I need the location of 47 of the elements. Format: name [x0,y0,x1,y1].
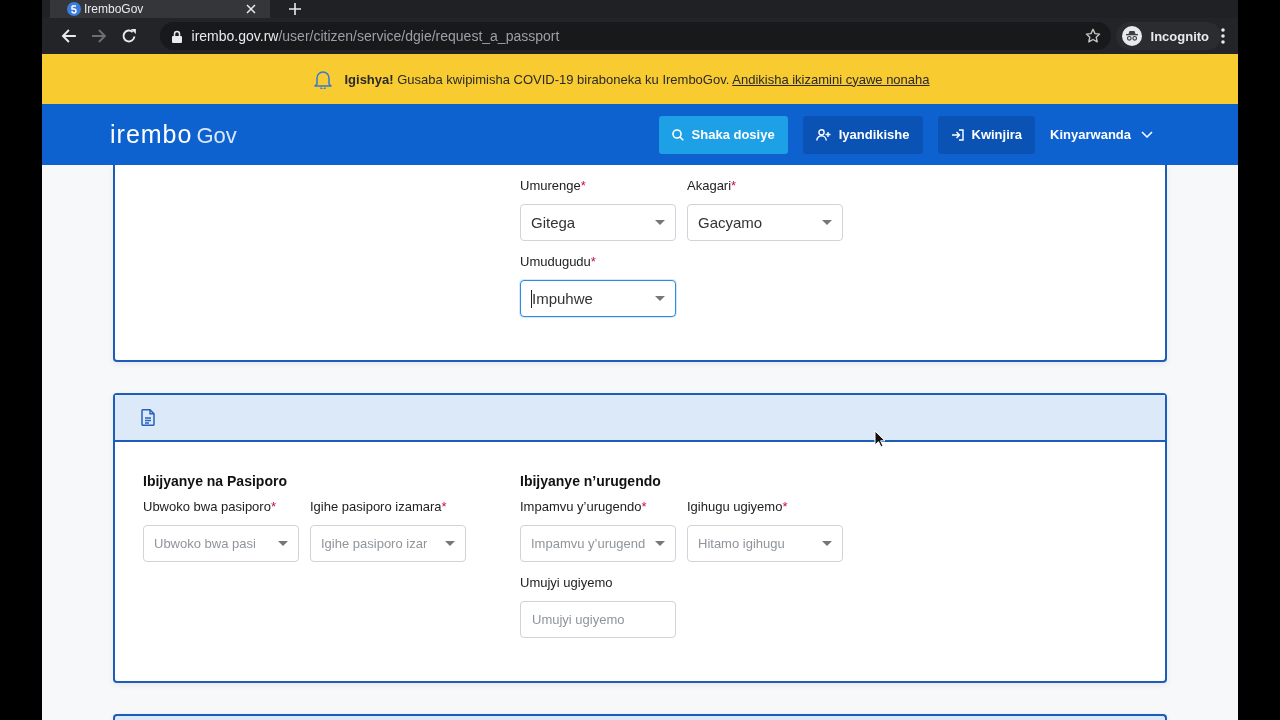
section-title: Ibijyanye n’urugendo [520,472,662,490]
browser-tab[interactable]: IremboGov [50,0,270,18]
field-label: Ubwoko bwa pasiporo* [143,499,277,515]
chevron-down-icon [1141,131,1153,138]
close-icon[interactable] [246,4,256,14]
field-label: Igihugu ugiyemo* [687,499,789,515]
address-bar[interactable]: irembo.gov.rw/user/citizen/service/dgie/request_a_passport [159,22,1111,50]
field-label: Igihe pasiporo izamara* [310,499,448,515]
section-title: Ibijyanye na Pasiporo [143,472,288,490]
document-icon [141,409,155,426]
sign-in-icon [950,128,964,141]
plus-icon[interactable] [289,3,301,15]
caret-icon [822,541,832,546]
user-plus-icon [815,128,831,141]
register-button[interactable]: Iyandikishe [802,115,923,154]
incognito-profile-button[interactable]: Incognito [1115,22,1222,50]
field-label: Akagari* [687,178,738,194]
caret-icon [655,541,665,546]
language-selector[interactable]: Kinyarwanda [1050,127,1153,142]
more-menu-icon[interactable] [1221,28,1225,44]
reload-icon[interactable] [120,28,137,44]
bookmark-star-icon[interactable] [1084,28,1101,44]
caret-icon [655,296,665,301]
field-label: Impamvu y’urugendo* [520,499,648,515]
banner-link[interactable]: Andikisha ikizamini cyawe nonaha [732,71,930,87]
mouse-pointer-icon [874,430,886,448]
caret-icon [822,220,832,225]
logo[interactable]: irembo Gov [110,120,237,149]
login-button[interactable]: Kwinjira [937,115,1036,154]
caret-icon [278,541,288,546]
banner-message: Igishya! Gusaba kwipimisha COVID-19 biraboneka ku IremboGov. Andikisha ikizamini cyawe nonaha [344,71,930,87]
field-label: Umurenge* [520,178,587,194]
caret-icon [655,220,665,225]
text-cursor-icon [531,289,532,308]
bell-icon [314,69,333,89]
select-field[interactable]: Impuhwe [520,280,676,317]
select-field[interactable]: Gacyamo [687,204,843,241]
site-icon [67,2,81,16]
back-arrow-icon[interactable] [61,28,77,44]
field-label: Umudugudu* [520,254,597,270]
search-icon [671,128,684,141]
field-label: Umujyi ugiyemo [520,575,614,591]
select-field[interactable]: Gitega [520,204,676,241]
lock-icon [171,29,182,43]
text-input[interactable]: Umujyi ugiyemo [520,601,676,638]
caret-icon [445,541,455,546]
incognito-icon [1121,26,1142,46]
